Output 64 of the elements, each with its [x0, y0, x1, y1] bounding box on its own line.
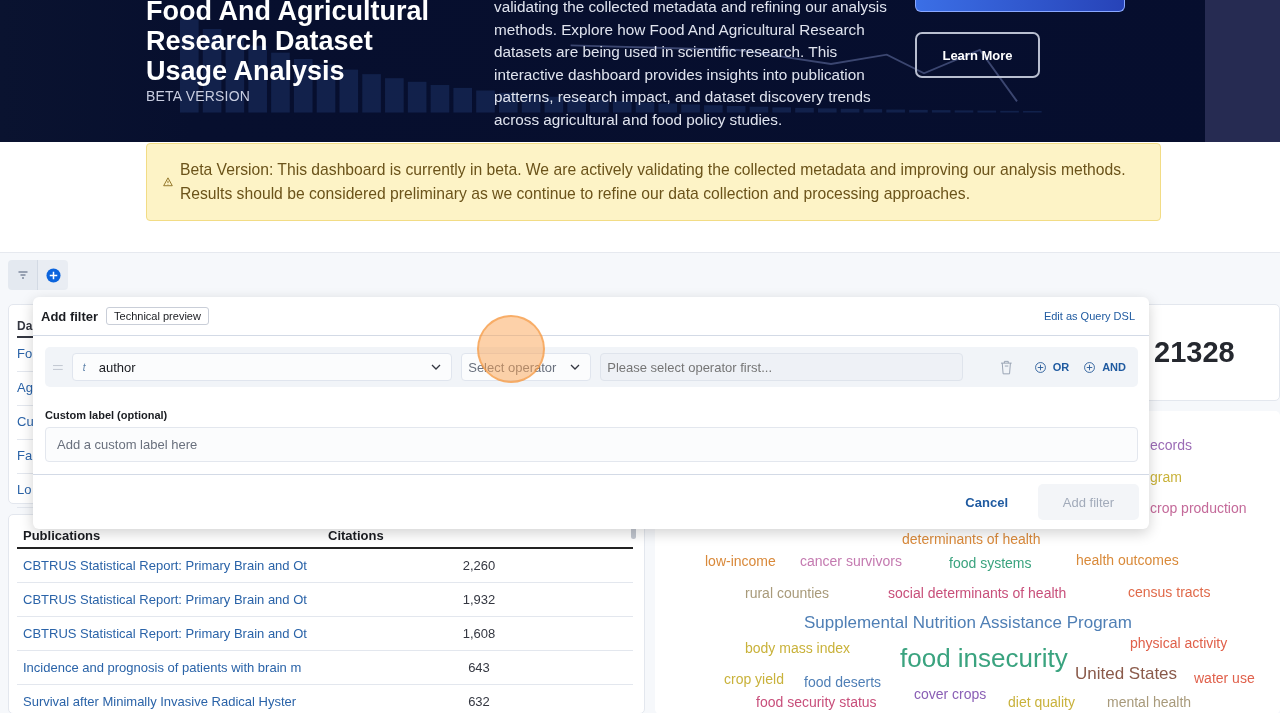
drag-handle-icon[interactable]: [53, 364, 63, 370]
publication-link[interactable]: CBTRUS Statistical Report: Primary Brain and Ot: [17, 592, 325, 607]
chevron-down-icon: [570, 364, 581, 370]
stat-value: 21328: [1154, 336, 1235, 369]
publication-link[interactable]: Incidence and prognosis of patients with brain m: [17, 660, 325, 675]
custom-label-label: Custom label (optional): [45, 409, 169, 421]
preview-badge: Technical preview: [106, 307, 209, 325]
cloud-word: food security status: [756, 695, 877, 709]
cloud-word: census tracts: [1128, 585, 1211, 599]
chevron-down-icon: [431, 364, 442, 370]
or-button[interactable]: OR: [1031, 361, 1073, 373]
cloud-word: ecords: [1150, 438, 1193, 452]
cloud-word: cover crops: [914, 687, 987, 701]
cloud-word: water use: [1194, 671, 1255, 685]
cloud-word: food systems: [949, 556, 1032, 570]
column-header: Citations: [327, 528, 385, 543]
query-dsl-link[interactable]: Edit as Query DSL: [1043, 310, 1135, 322]
cloud-word: physical activity: [1130, 636, 1228, 650]
cloud-word: health outcomes: [1076, 553, 1179, 567]
publication-link[interactable]: Survival after Minimally Invasive Radical Hyster: [17, 694, 325, 709]
warning-icon: [163, 177, 173, 187]
cloud-word: social determinants of health: [888, 586, 1067, 600]
cloud-word: cancer survivors: [800, 554, 902, 568]
publication-link[interactable]: CBTRUS Statistical Report: Primary Brain and Ot: [17, 626, 325, 641]
cloud-word: diet quality: [1008, 695, 1075, 709]
beta-subtitle: BETA VERSION: [146, 88, 251, 104]
cloud-word: rural counties: [745, 586, 830, 600]
table-cell-text: 643: [467, 660, 491, 675]
cloud-word: gram: [1150, 470, 1182, 484]
cloud-word: Supplemental Nutrition Assistance Program: [804, 614, 1132, 631]
column-header: Publications: [22, 528, 102, 543]
cloud-word: United States: [1075, 665, 1178, 682]
table-cell-text: 1,932: [461, 592, 497, 607]
beta-notice-text: Beta Version: This dashboard is currently in beta. We are actively validating the collected metadata and improving our analysis methods. Results should be considered preliminary as we continue to refine our data collection and processing approaches.: [179, 160, 1127, 204]
type-icon: t: [82, 361, 99, 373]
cloud-word: low-income: [705, 554, 776, 568]
table-cell-text: 2,260: [461, 558, 497, 573]
add-filter-button[interactable]: [38, 260, 68, 290]
cloud-word: determinants of health: [902, 532, 1041, 546]
page-title: Food And Agricultural Research Dataset Usage Analysis: [146, 0, 430, 86]
cancel-button[interactable]: Cancel: [959, 493, 1014, 511]
table-cell-text: 632: [467, 694, 491, 709]
plus-circle-icon: [1034, 361, 1046, 373]
publication-link[interactable]: CBTRUS Statistical Report: Primary Brain and Ot: [17, 558, 325, 573]
field-combobox[interactable]: t author: [71, 353, 453, 381]
field-value: author: [98, 359, 136, 375]
filter-icon: [17, 271, 28, 279]
primary-button[interactable]: [915, 0, 1125, 12]
cloud-word: mental health: [1107, 695, 1192, 709]
table-cell-text: 1,608: [461, 626, 497, 641]
hero-description: validating the collected metadata and refining our analysis methods. Explore how Food And Agricultural Research datasets are being used in scientific research. This interactive dashboard provides insights into publication patterns, research impact, and dataset discovery trends across agricultural and food policy studies.: [494, 0, 888, 130]
filter-menu-button[interactable]: [8, 260, 38, 290]
popover-title: Add filter: [41, 308, 99, 324]
learn-more-button[interactable]: Learn More: [915, 32, 1040, 78]
plus-circle-icon: [45, 267, 61, 283]
cloud-word: food insecurity: [900, 645, 1068, 671]
cloud-word: crop production: [1150, 501, 1247, 515]
cloud-word: body mass index: [745, 641, 851, 655]
cloud-word: food deserts: [804, 675, 882, 689]
cloud-word: crop yield: [724, 672, 784, 686]
plus-circle-icon: [1084, 361, 1096, 373]
and-button[interactable]: AND: [1081, 361, 1129, 373]
custom-label-field[interactable]: Add a custom label here: [45, 427, 1138, 462]
trash-icon[interactable]: [1000, 359, 1013, 375]
